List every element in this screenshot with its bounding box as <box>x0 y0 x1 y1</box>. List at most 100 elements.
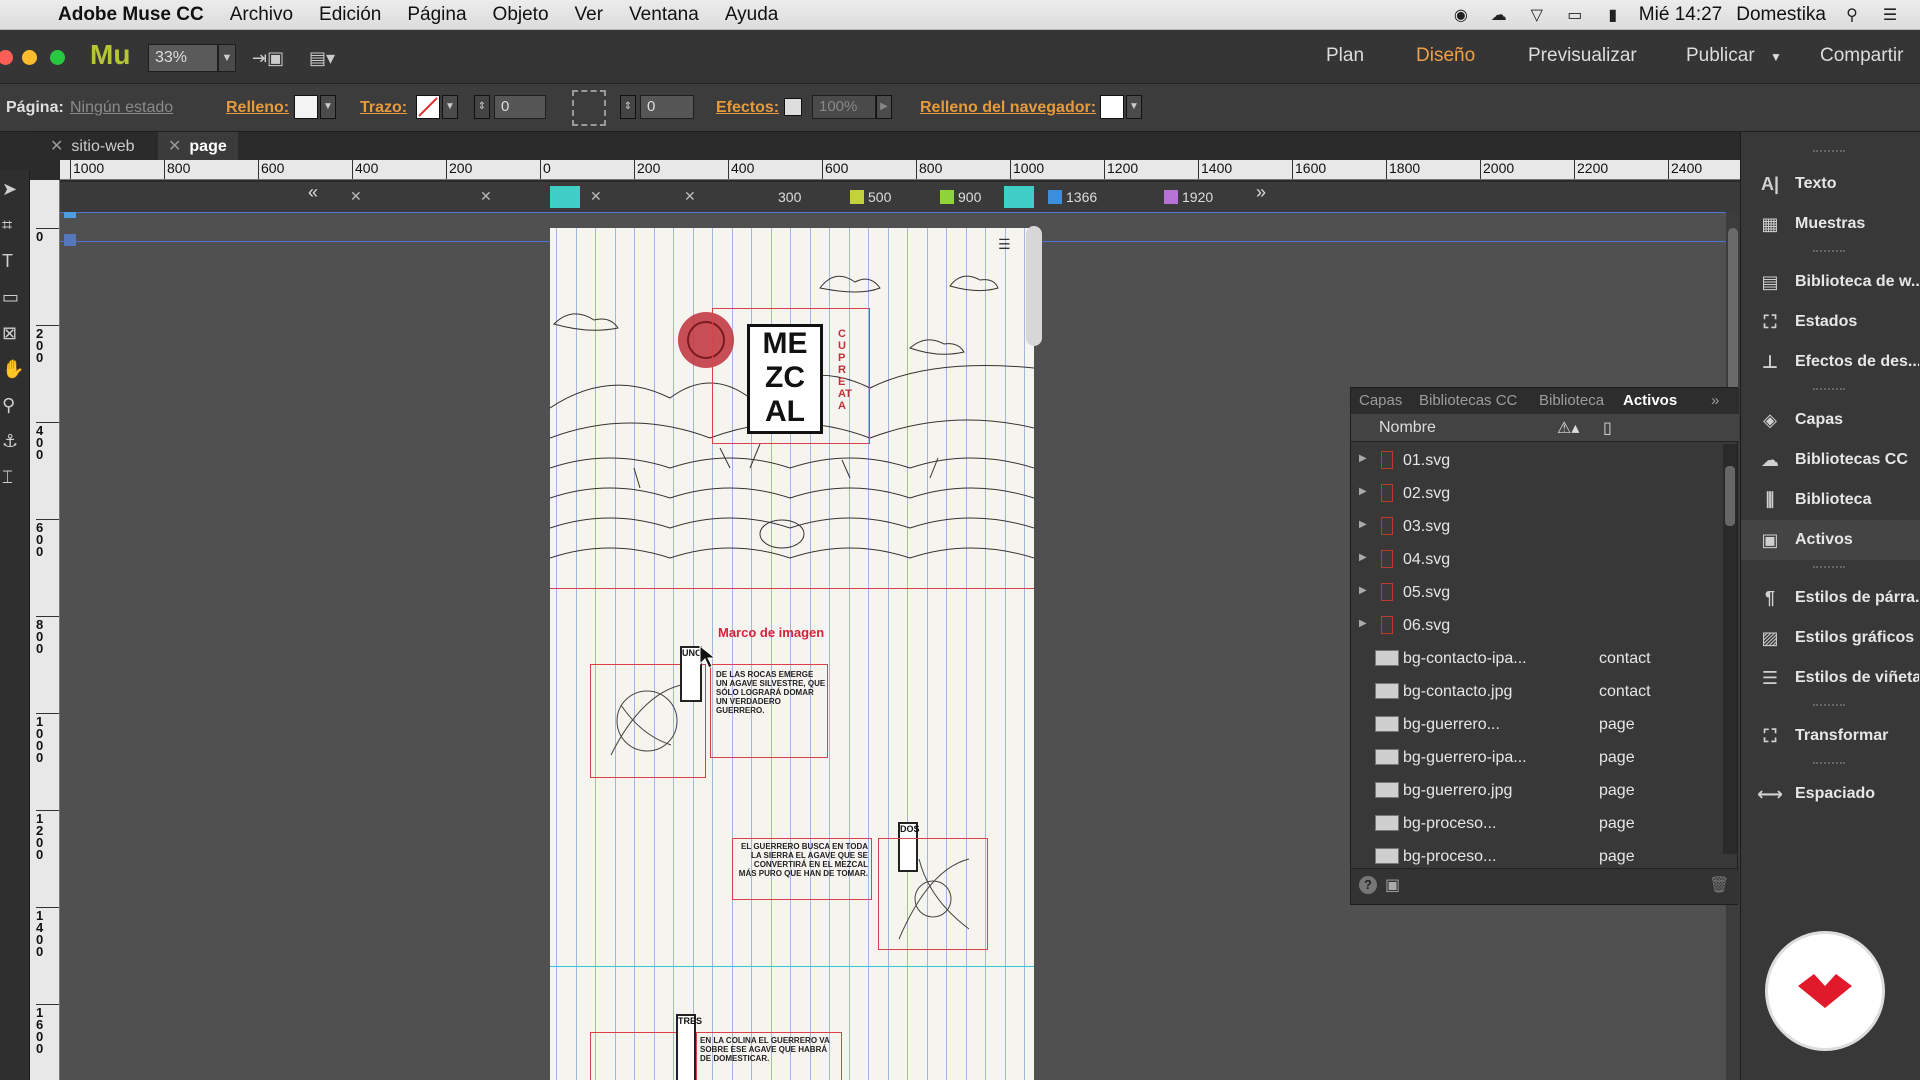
breakpoint-1366[interactable]: 1366 <box>1048 189 1097 205</box>
assets-scroll-thumb[interactable] <box>1725 466 1735 526</box>
notification-center-icon[interactable]: ☰ <box>1878 5 1902 25</box>
paragraph-uno[interactable]: De las rocas emerge un agave silvestre, … <box>716 670 826 715</box>
relink-icon[interactable]: ▣ <box>1385 875 1400 895</box>
panel-tab-bibliotecas-cc[interactable]: Bibliotecas CC <box>1419 392 1517 409</box>
assets-scrollbar[interactable] <box>1723 444 1737 854</box>
expand-arrow-icon[interactable]: ▶ <box>1359 519 1367 530</box>
place-icon[interactable]: ⇥▣ <box>252 44 284 72</box>
image-frame-tool-icon[interactable]: ⊠ <box>2 318 28 348</box>
spotlight-search-icon[interactable]: ⚲ <box>1840 5 1864 25</box>
mode-preview[interactable]: Previsualizar <box>1528 45 1637 67</box>
menu-ventana[interactable]: Ventana <box>629 4 699 26</box>
panel-grip[interactable] <box>1813 388 1845 394</box>
page-height-handle[interactable] <box>1026 226 1042 346</box>
panel-text[interactable]: A| Texto <box>1741 164 1920 204</box>
opacity-arrow-icon[interactable]: ▶ <box>876 95 892 119</box>
image-frame-dos[interactable] <box>878 838 988 950</box>
breakpoint-300[interactable]: 300 <box>778 189 801 205</box>
menu-widget-icon[interactable]: ☰ <box>998 236 1011 253</box>
panel-grip[interactable] <box>1813 250 1845 256</box>
mode-share[interactable]: Compartir <box>1820 45 1903 67</box>
fill-dropdown-icon[interactable]: ▼ <box>320 95 336 119</box>
window-close-button[interactable] <box>0 50 13 65</box>
asset-row[interactable]: ▶ 06.svg <box>1351 609 1723 642</box>
panel-library[interactable]: ⫼ Biblioteca <box>1741 480 1920 520</box>
vertical-ruler[interactable]: 0 2 0 0 4 0 0 6 0 0 8 0 0 1 0 0 0 1 2 0 0 1 4 0… <box>30 180 60 1080</box>
panel-spacing[interactable]: ⟷ Espaciado <box>1741 774 1920 814</box>
horizontal-ruler[interactable]: 1000 800 600 400 200 0 200 400 600 800 1000 1200 140… <box>60 160 1740 180</box>
menu-app-name[interactable]: Adobe Muse CC <box>58 4 204 26</box>
browser-fill-dropdown-icon[interactable]: ▼ <box>1126 95 1142 119</box>
panel-transform[interactable]: ⛶ Transformar <box>1741 716 1920 756</box>
panel-grip[interactable] <box>1813 150 1845 156</box>
panel-cc-libraries[interactable]: ☁ Bibliotecas CC <box>1741 440 1920 480</box>
crop-tool-icon[interactable]: ⌗ <box>2 210 28 240</box>
stroke-swatch[interactable] <box>416 95 440 119</box>
page-state-value[interactable]: Ningún estado <box>70 99 173 117</box>
browser-fill-swatch[interactable] <box>1100 95 1124 119</box>
opacity-field[interactable]: 100% <box>812 95 876 119</box>
record-icon[interactable]: ◉ <box>1449 5 1473 25</box>
corner-radius-icon[interactable] <box>572 90 606 126</box>
corner-stepper-icon[interactable]: ⇕ <box>620 95 636 119</box>
breakpoint-1920[interactable]: 1920 <box>1164 189 1213 205</box>
panel-grip[interactable] <box>1813 762 1845 768</box>
asset-page[interactable]: page <box>1599 815 1635 833</box>
panel-bullet-styles[interactable]: ☰ Estilos de viñeta <box>1741 658 1920 698</box>
asset-row[interactable]: ▶ 04.svg <box>1351 543 1723 576</box>
text-tool-icon[interactable]: T <box>2 246 28 276</box>
hero-side-text[interactable]: CUPREATA <box>838 328 852 412</box>
asset-row[interactable]: bg-proceso... page <box>1351 807 1723 840</box>
asset-row[interactable]: bg-guerrero-ipa... page <box>1351 741 1723 774</box>
canvas-scroll-thumb[interactable] <box>1728 228 1738 408</box>
menubar-user[interactable]: Domestika <box>1736 4 1826 26</box>
panel-tab-biblioteca[interactable]: Biblioteca <box>1539 392 1604 409</box>
effects-label[interactable]: Efectos: <box>716 99 779 117</box>
publish-dropdown-icon[interactable]: ▼ <box>1770 50 1782 64</box>
fill-swatch[interactable] <box>294 95 318 119</box>
stroke-dropdown-icon[interactable]: ▼ <box>442 95 458 119</box>
asset-page[interactable]: page <box>1599 782 1635 800</box>
stroke-width-field[interactable]: 0 <box>494 95 546 119</box>
page-column-icon[interactable]: ▯ <box>1603 418 1612 438</box>
panel-graphic-styles[interactable]: ▨ Estilos gráficos <box>1741 618 1920 658</box>
asset-page[interactable]: contact <box>1599 650 1651 668</box>
breakpoint-remove-icon[interactable]: ✕ <box>350 188 362 205</box>
asset-row[interactable]: ▶ 05.svg <box>1351 576 1723 609</box>
image-frame-tres[interactable] <box>590 1032 686 1080</box>
asset-page[interactable]: page <box>1599 716 1635 734</box>
close-tab-icon[interactable]: ✕ <box>50 138 63 155</box>
footer-marker-icon[interactable] <box>64 234 76 246</box>
menu-ayuda[interactable]: Ayuda <box>725 4 779 26</box>
label-tres[interactable]: TRES <box>676 1014 702 1080</box>
breakpoint-remove-icon[interactable]: ✕ <box>684 188 696 205</box>
page-properties-icon[interactable]: ▤▾ <box>300 44 344 72</box>
menu-archivo[interactable]: Archivo <box>230 4 293 26</box>
panel-scroll-effects[interactable]: ⊥ Efectos de des... <box>1741 342 1920 382</box>
asset-row[interactable]: bg-contacto.jpg contact <box>1351 675 1723 708</box>
breakpoint-prev-icon[interactable]: « <box>308 183 318 201</box>
menu-pagina[interactable]: Página <box>407 4 466 26</box>
asset-row[interactable]: ▶ 02.svg <box>1351 477 1723 510</box>
airplay-icon[interactable]: ▭ <box>1563 5 1587 25</box>
panel-states[interactable]: ⛶ Estados <box>1741 302 1920 342</box>
wifi-icon[interactable]: ▽ <box>1525 5 1549 25</box>
zoom-field[interactable]: 33% <box>148 44 218 72</box>
menu-edicion[interactable]: Edición <box>319 4 381 26</box>
warning-sort-icon[interactable]: ⚠▴ <box>1557 418 1579 438</box>
menubar-clock[interactable]: Mié 14:27 <box>1639 4 1722 26</box>
rectangle-tool-icon[interactable]: ▭ <box>2 282 28 312</box>
menu-ver[interactable]: Ver <box>575 4 604 26</box>
breakpoint-remove-icon[interactable]: ✕ <box>480 188 492 205</box>
column-name[interactable]: Nombre <box>1379 419 1436 437</box>
header-marker-icon[interactable] <box>64 212 76 218</box>
panel-widget-library[interactable]: ▤ Biblioteca de w... <box>1741 262 1920 302</box>
stroke-stepper-icon[interactable]: ⇕ <box>474 95 490 119</box>
breakpoint-remove-icon[interactable]: ✕ <box>590 188 602 205</box>
browser-fill-label[interactable]: Relleno del navegador: <box>920 99 1096 117</box>
page-artboard[interactable]: ME ZC AL CUPREATA ☰ Marco de imagen UNO … <box>550 228 1034 1080</box>
close-tab-icon[interactable]: ✕ <box>168 138 181 155</box>
panel-tab-activos[interactable]: Activos <box>1623 392 1677 409</box>
panel-paragraph-styles[interactable]: ¶ Estilos de párra... <box>1741 578 1920 618</box>
battery-icon[interactable]: ▮ <box>1601 5 1625 25</box>
